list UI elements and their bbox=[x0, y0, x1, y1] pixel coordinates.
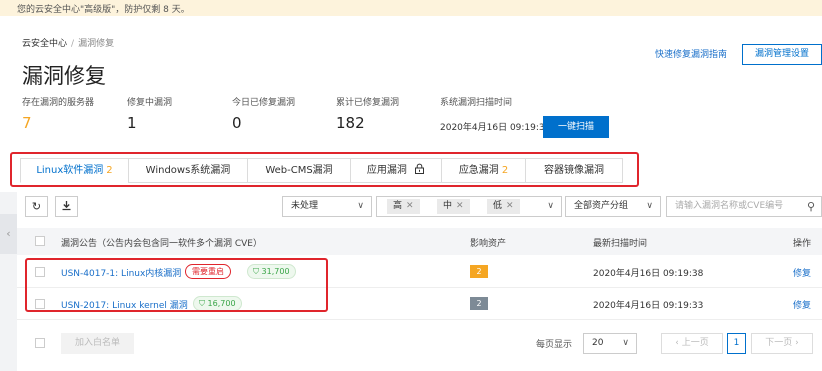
level-tag-label: 中 bbox=[443, 201, 453, 211]
level-tag-label: 低 bbox=[493, 201, 503, 211]
add-whitelist-button[interactable]: 加入白名单 bbox=[61, 333, 134, 354]
next-page-button[interactable]: 下一页 › bbox=[751, 333, 813, 354]
search-input[interactable]: 请输入漏洞名称或CVE编号 ⚲ bbox=[666, 196, 822, 217]
prev-page-button[interactable]: ‹ 上一页 bbox=[661, 333, 723, 354]
affected-assets-badge[interactable]: 2 bbox=[470, 297, 488, 310]
download-icon bbox=[62, 201, 71, 211]
page-title: 漏洞修复 bbox=[22, 64, 106, 88]
tab-label: 应用漏洞 bbox=[366, 165, 407, 176]
one-click-scan-button[interactable]: 一键扫描 bbox=[543, 116, 609, 138]
fix-link[interactable]: 修复 bbox=[793, 266, 811, 279]
scan-time-cell: 2020年4月16日 09:19:38 bbox=[593, 269, 704, 279]
tab-container-image[interactable]: 容器镜像漏洞 bbox=[525, 158, 623, 183]
vuln-settings-button[interactable]: 漏洞管理设置 bbox=[742, 44, 822, 65]
fix-link[interactable]: 修复 bbox=[793, 298, 811, 311]
stat-value-fixed-today: 0 bbox=[232, 114, 242, 132]
tab-label: Web-CMS漏洞 bbox=[265, 165, 333, 176]
breadcrumb-separator: / bbox=[71, 39, 75, 49]
breadcrumb-root[interactable]: 云安全中心 bbox=[22, 39, 67, 49]
chevron-down-icon: ∨ bbox=[357, 201, 364, 211]
table-footer: 加入白名单 每页显示 20 ∨ ‹ 上一页 1 下一页 › bbox=[17, 323, 822, 371]
scan-time-cell: 2020年4月16日 09:19:33 bbox=[593, 301, 704, 311]
per-page-value: 20 bbox=[592, 338, 604, 348]
col-header-action: 操作 bbox=[793, 239, 812, 249]
col-header-assets: 影响资产 bbox=[470, 239, 507, 249]
stat-label-fixed-total: 累计已修复漏洞 bbox=[336, 98, 400, 108]
close-icon[interactable]: ✕ bbox=[456, 201, 464, 211]
refresh-icon: ↻ bbox=[31, 200, 42, 213]
tab-emergency[interactable]: 应急漏洞 2 bbox=[441, 158, 526, 183]
search-placeholder: 请输入漏洞名称或CVE编号 bbox=[675, 201, 784, 211]
tab-web-cms[interactable]: Web-CMS漏洞 bbox=[247, 158, 351, 183]
tab-windows[interactable]: Windows系统漏洞 bbox=[128, 158, 248, 183]
affected-assets-badge[interactable]: 2 bbox=[470, 265, 488, 278]
tab-application[interactable]: 应用漏洞 bbox=[350, 158, 442, 183]
asset-group-select[interactable]: 全部资产分组 ∨ bbox=[565, 196, 661, 217]
tab-label: 应急漏洞 bbox=[458, 165, 499, 176]
chevron-down-icon: ∨ bbox=[622, 338, 629, 348]
table-header: 漏洞公告（公告内会包含同一软件多个漏洞 CVE） 影响资产 最新扫描时间 操作 bbox=[17, 228, 822, 255]
level-tag-high[interactable]: 高 ✕ bbox=[387, 199, 420, 214]
stat-label-servers: 存在漏洞的服务器 bbox=[22, 98, 95, 108]
breadcrumb: 云安全中心 / 漏洞修复 bbox=[22, 36, 114, 49]
level-tag-medium[interactable]: 中 ✕ bbox=[437, 199, 470, 214]
chevron-right-icon: › bbox=[792, 338, 799, 348]
stat-value-fixing[interactable]: 1 bbox=[127, 114, 137, 132]
select-all-checkbox[interactable] bbox=[35, 236, 45, 246]
vuln-list-panel: ↻ 未处理 ∨ ∨ 高 ✕ 中 ✕ 低 ✕ 全部资产分组 ∨ 请输入漏洞名称或CVE编号 ⚲… bbox=[17, 192, 822, 371]
status-filter-value: 未处理 bbox=[291, 201, 319, 211]
stat-value-fixed-total: 182 bbox=[336, 114, 365, 132]
asset-group-value: 全部资产分组 bbox=[574, 201, 629, 211]
breadcrumb-current: 漏洞修复 bbox=[78, 39, 115, 49]
close-icon[interactable]: ✕ bbox=[406, 201, 414, 211]
download-button[interactable] bbox=[55, 196, 78, 217]
stat-label-fixed-today: 今日已修复漏洞 bbox=[232, 98, 296, 108]
scan-time-value: 2020年4月16日 09:19:38 bbox=[440, 123, 551, 133]
col-header-name: 漏洞公告（公告内会包含同一软件多个漏洞 CVE） bbox=[61, 239, 262, 249]
rows-highlight-box bbox=[25, 258, 328, 312]
tab-label: Windows系统漏洞 bbox=[145, 165, 231, 176]
filter-toolbar: ↻ 未处理 ∨ ∨ 高 ✕ 中 ✕ 低 ✕ 全部资产分组 ∨ 请输入漏洞名称或CVE编号 ⚲ bbox=[17, 192, 822, 228]
col-header-scan-time: 最新扫描时间 bbox=[593, 239, 648, 249]
quick-fix-guide-link[interactable]: 快速修复漏洞指南 bbox=[655, 47, 727, 60]
page-header: 云安全中心 / 漏洞修复 漏洞修复 快速修复漏洞指南 漏洞管理设置 存在漏洞的服务器… bbox=[0, 16, 822, 152]
chevron-down-icon: ∨ bbox=[646, 201, 653, 211]
trial-notice: 您的云安全中心"高级版"，防护仅剩 8 天。 bbox=[0, 0, 822, 16]
prev-page-label: 上一页 bbox=[681, 338, 709, 348]
refresh-button[interactable]: ↻ bbox=[25, 196, 48, 217]
search-icon[interactable]: ⚲ bbox=[807, 197, 815, 216]
stat-value-servers[interactable]: 7 bbox=[22, 114, 32, 132]
tab-linux[interactable]: Linux软件漏洞 2 bbox=[20, 158, 129, 183]
tab-count: 2 bbox=[501, 165, 509, 176]
stat-label-fixing: 修复中漏洞 bbox=[127, 98, 173, 108]
level-tag-low[interactable]: 低 ✕ bbox=[487, 199, 520, 214]
per-page-select[interactable]: 20 ∨ bbox=[583, 333, 637, 354]
current-page-button[interactable]: 1 bbox=[727, 333, 746, 354]
level-tag-label: 高 bbox=[393, 201, 403, 211]
chevron-down-icon: ∨ bbox=[547, 201, 554, 211]
tab-count: 2 bbox=[106, 165, 113, 176]
tab-label: 容器镜像漏洞 bbox=[544, 165, 604, 176]
lock-icon bbox=[415, 163, 425, 174]
scan-time-label: 系统漏洞扫描时间 bbox=[440, 98, 513, 108]
footer-select-checkbox[interactable] bbox=[35, 338, 45, 348]
close-icon[interactable]: ✕ bbox=[506, 201, 514, 211]
chevron-left-icon: ‹ bbox=[6, 227, 11, 240]
status-filter-select[interactable]: 未处理 ∨ bbox=[282, 196, 372, 217]
tab-label: Linux软件漏洞 bbox=[36, 165, 104, 176]
next-page-label: 下一页 bbox=[765, 338, 793, 348]
per-page-label: 每页显示 bbox=[536, 340, 573, 350]
tab-bar: Linux软件漏洞 2 Windows系统漏洞 Web-CMS漏洞 应用漏洞 应急… bbox=[0, 152, 822, 192]
collapse-sidebar-handle[interactable]: ‹ bbox=[0, 214, 17, 254]
